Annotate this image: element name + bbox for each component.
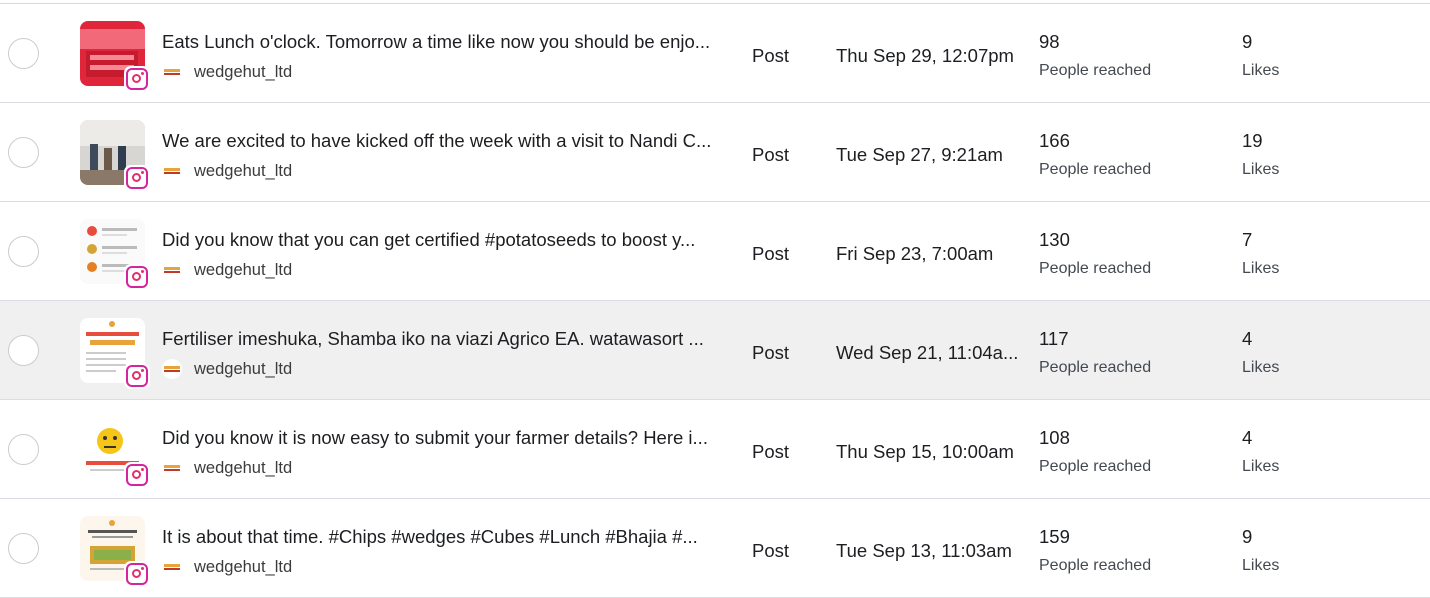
account-logo-icon [162, 260, 182, 280]
account-logo-icon [162, 458, 182, 478]
post-list: Eats Lunch o'clock. Tomorrow a time like… [0, 3, 1430, 598]
post-row[interactable]: Did you know it is now easy to submit yo… [0, 400, 1430, 499]
instagram-icon [124, 165, 150, 191]
account-name: wedgehut_ltd [194, 62, 293, 81]
select-radio[interactable] [8, 533, 39, 564]
post-type: Post [752, 243, 790, 264]
instagram-icon [124, 264, 150, 290]
likes-label: Likes [1242, 359, 1280, 376]
account: wedgehut_ltd [162, 359, 292, 379]
likes-label: Likes [1242, 557, 1280, 574]
likes-label: Likes [1242, 260, 1280, 277]
post-type: Post [752, 342, 790, 363]
reach-label: People reached [1039, 161, 1152, 178]
reach-count: 130 [1039, 229, 1070, 250]
account-name: wedgehut_ltd [194, 260, 293, 279]
likes-count: 4 [1242, 427, 1253, 448]
account: wedgehut_ltd [162, 458, 292, 478]
post-row[interactable]: Did you know that you can get certified … [0, 202, 1430, 301]
post-date: Tue Sep 13, 11:03am [836, 540, 1012, 561]
select-radio[interactable] [8, 434, 39, 465]
reach-count: 159 [1039, 526, 1070, 547]
post-type: Post [752, 144, 790, 165]
post-type: Post [752, 45, 790, 66]
post-date: Tue Sep 27, 9:21am [836, 144, 1003, 165]
account-name: wedgehut_ltd [194, 359, 293, 378]
reach-count: 108 [1039, 427, 1070, 448]
select-radio[interactable] [8, 38, 39, 69]
post-row[interactable]: Eats Lunch o'clock. Tomorrow a time like… [0, 4, 1430, 103]
account-name: wedgehut_ltd [194, 458, 293, 477]
post-date: Wed Sep 21, 11:04a... [836, 342, 1019, 363]
select-radio[interactable] [8, 137, 39, 168]
reach-count: 117 [1039, 328, 1069, 349]
post-date: Fri Sep 23, 7:00am [836, 243, 994, 264]
post-caption[interactable]: We are excited to have kicked off the we… [162, 130, 711, 152]
post-caption[interactable]: Eats Lunch o'clock. Tomorrow a time like… [162, 31, 710, 53]
reach-count: 166 [1039, 130, 1070, 151]
instagram-icon [124, 462, 150, 488]
account-logo-icon [162, 161, 182, 181]
reach-label: People reached [1039, 62, 1152, 79]
account-name: wedgehut_ltd [194, 557, 293, 576]
select-radio[interactable] [8, 335, 39, 366]
reach-count: 98 [1039, 31, 1060, 52]
likes-count: 19 [1242, 130, 1263, 151]
likes-label: Likes [1242, 458, 1280, 475]
likes-count: 9 [1242, 31, 1253, 52]
post-caption[interactable]: Fertiliser imeshuka, Shamba iko na viazi… [162, 328, 704, 350]
reach-label: People reached [1039, 260, 1152, 277]
reach-label: People reached [1039, 458, 1152, 475]
likes-count: 9 [1242, 526, 1253, 547]
instagram-icon [124, 66, 150, 92]
likes-label: Likes [1242, 161, 1280, 178]
post-row[interactable]: We are excited to have kicked off the we… [0, 103, 1430, 202]
reach-label: People reached [1039, 557, 1152, 574]
post-date: Thu Sep 29, 12:07pm [836, 45, 1014, 66]
likes-count: 7 [1242, 229, 1253, 250]
reach-label: People reached [1039, 359, 1152, 376]
account: wedgehut_ltd [162, 161, 292, 181]
account-logo-icon [162, 359, 182, 379]
post-type: Post [752, 441, 790, 462]
account-logo-icon [162, 62, 182, 82]
account: wedgehut_ltd [162, 62, 292, 82]
account-name: wedgehut_ltd [194, 161, 293, 180]
account-logo-icon [162, 557, 182, 577]
likes-count: 4 [1242, 328, 1253, 349]
post-date: Thu Sep 15, 10:00am [836, 441, 1014, 462]
instagram-icon [124, 561, 150, 587]
post-row[interactable]: Fertiliser imeshuka, Shamba iko na viazi… [0, 301, 1430, 400]
post-caption[interactable]: It is about that time. #Chips #wedges #C… [162, 526, 698, 548]
account: wedgehut_ltd [162, 557, 292, 577]
post-type: Post [752, 540, 790, 561]
post-caption[interactable]: Did you know it is now easy to submit yo… [162, 427, 708, 449]
select-radio[interactable] [8, 236, 39, 267]
instagram-icon [124, 363, 150, 389]
account: wedgehut_ltd [162, 260, 292, 280]
post-row[interactable]: It is about that time. #Chips #wedges #C… [0, 499, 1430, 598]
post-caption[interactable]: Did you know that you can get certified … [162, 229, 695, 251]
likes-label: Likes [1242, 62, 1280, 79]
